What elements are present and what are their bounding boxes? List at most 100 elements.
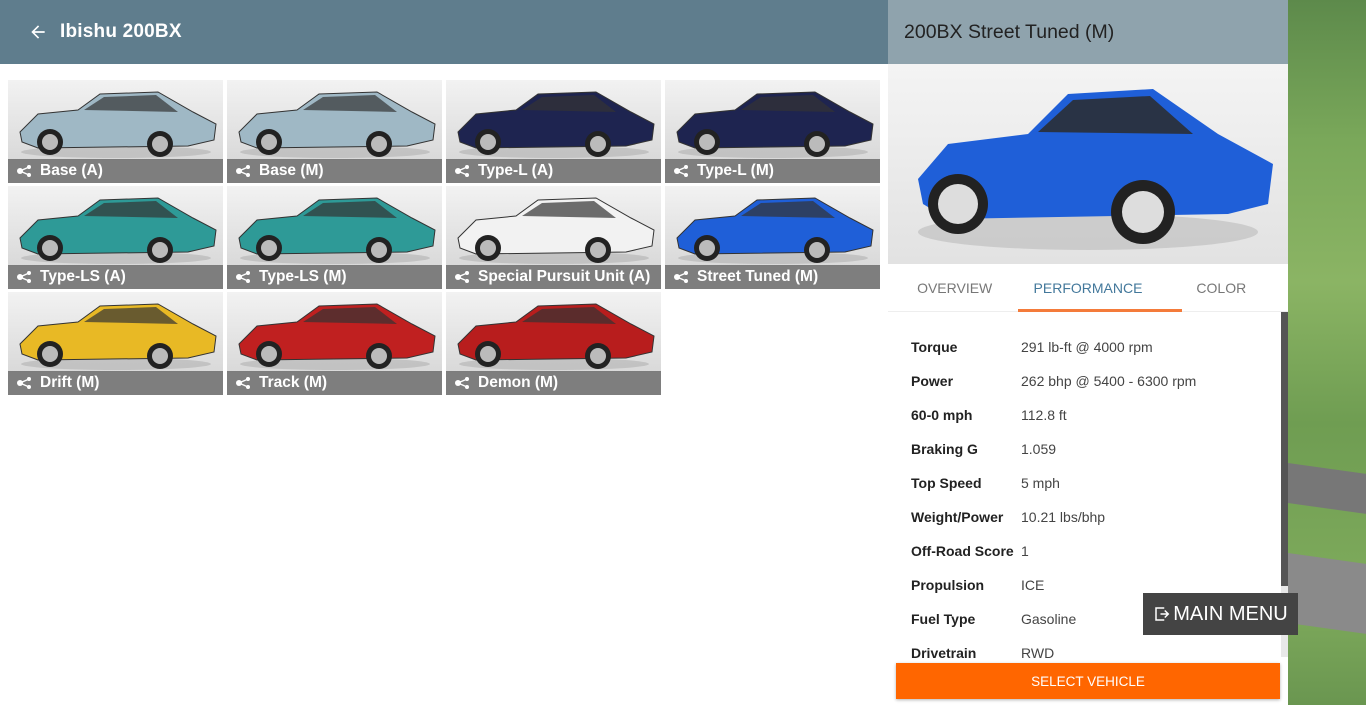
config-tile-label: Base (M) <box>259 162 324 179</box>
vehicle-preview-car <box>918 89 1273 250</box>
config-tile[interactable]: Type-LS (M) <box>227 186 442 289</box>
spec-row: Torque 291 lb-ft @ 4000 rpm <box>888 330 1288 364</box>
config-tile[interactable]: Type-LS (A) <box>8 186 223 289</box>
config-thumbnail <box>665 186 880 266</box>
config-share-icon <box>236 377 250 389</box>
spec-row: Braking G 1.059 <box>888 432 1288 466</box>
spec-key: Off-Road Score <box>911 543 1014 559</box>
config-list-panel: Ibishu 200BX Base (A) Base (M) Type-L (A) T… <box>0 0 888 705</box>
spec-value: 262 bhp @ 5400 - 6300 rpm <box>1021 373 1197 389</box>
config-tile-caption: Type-L (A) <box>446 159 661 183</box>
config-share-icon <box>17 377 31 389</box>
config-thumbnail <box>8 292 223 372</box>
spec-row: Weight/Power 10.21 lbs/bhp <box>888 500 1288 534</box>
spec-key: 60-0 mph <box>911 407 973 423</box>
spec-row: Drivetrain RWD <box>888 636 1288 660</box>
config-share-icon <box>455 165 469 177</box>
config-tile-caption: Street Tuned (M) <box>665 265 880 289</box>
scrollbar-thumb[interactable] <box>1281 312 1288 586</box>
config-thumbnail <box>446 292 661 372</box>
main-menu-button[interactable]: MAIN MENU <box>1143 593 1298 635</box>
config-tile[interactable]: Drift (M) <box>8 292 223 395</box>
track-road <box>1288 551 1366 639</box>
car-thumbnail <box>457 303 655 370</box>
config-tile-label: Special Pursuit Unit (A) <box>478 268 651 285</box>
config-share-icon <box>674 271 688 283</box>
config-thumbnail <box>227 80 442 160</box>
car-thumbnail <box>676 91 874 158</box>
spec-value: 291 lb-ft @ 4000 rpm <box>1021 339 1153 355</box>
config-tile[interactable]: Special Pursuit Unit (A) <box>446 186 661 289</box>
spec-key: Torque <box>911 339 958 355</box>
config-tile-caption: Track (M) <box>227 371 442 395</box>
track-road <box>1288 461 1366 519</box>
config-tile-label: Drift (M) <box>40 374 100 391</box>
config-tile-caption: Type-LS (A) <box>8 265 223 289</box>
config-share-icon <box>455 377 469 389</box>
config-tile-label: Track (M) <box>259 374 328 391</box>
spec-value: 1.059 <box>1021 441 1057 457</box>
config-share-icon <box>455 271 469 283</box>
config-tile-caption: Type-L (M) <box>665 159 880 183</box>
car-thumbnail <box>19 91 217 158</box>
config-tile-caption: Base (A) <box>8 159 223 183</box>
spec-value: 5 mph <box>1021 475 1060 491</box>
config-tile-caption: Base (M) <box>227 159 442 183</box>
vehicle-preview-image <box>888 64 1288 264</box>
config-tile-label: Street Tuned (M) <box>697 268 819 285</box>
config-tile-label: Type-L (M) <box>697 162 774 179</box>
config-tile-caption: Drift (M) <box>8 371 223 395</box>
detail-tabs: OVERVIEW PERFORMANCE COLOR <box>888 264 1288 312</box>
spec-key: Propulsion <box>911 577 985 593</box>
config-share-icon <box>236 165 250 177</box>
car-thumbnail <box>19 303 217 370</box>
config-share-icon <box>674 165 688 177</box>
config-tile[interactable]: Street Tuned (M) <box>665 186 880 289</box>
config-tile-label: Base (A) <box>40 162 103 179</box>
config-share-icon <box>236 271 250 283</box>
spec-key: Power <box>911 373 954 389</box>
config-thumbnail <box>227 186 442 266</box>
config-tile[interactable]: Base (M) <box>227 80 442 183</box>
spec-value: 1 <box>1021 543 1029 559</box>
config-tile-caption: Demon (M) <box>446 371 661 395</box>
config-tile-label: Demon (M) <box>478 374 559 391</box>
spec-value: Gasoline <box>1021 611 1077 627</box>
active-tab-indicator <box>1018 309 1182 312</box>
car-thumbnail <box>676 197 874 264</box>
top-bar: Ibishu 200BX <box>0 0 888 64</box>
config-tile[interactable]: Type-L (M) <box>665 80 880 183</box>
spec-value: 10.21 lbs/bhp <box>1021 509 1106 525</box>
spec-key: Fuel Type <box>911 611 976 627</box>
tab-overview[interactable]: OVERVIEW <box>888 264 1021 311</box>
config-thumbnail <box>8 80 223 160</box>
tab-performance[interactable]: PERFORMANCE <box>1021 264 1154 311</box>
config-tile[interactable]: Type-L (A) <box>446 80 661 183</box>
spec-value: ICE <box>1021 577 1045 593</box>
spec-value: RWD <box>1021 645 1055 660</box>
select-vehicle-button[interactable]: SELECT VEHICLE <box>896 663 1280 699</box>
main-menu-label: MAIN MENU <box>1173 602 1288 625</box>
config-tile-label: Type-L (A) <box>478 162 554 179</box>
config-tile-caption: Special Pursuit Unit (A) <box>446 265 661 289</box>
config-tile-label: Type-LS (A) <box>40 268 126 285</box>
config-tile-label: Type-LS (M) <box>259 268 347 285</box>
config-tile[interactable]: Demon (M) <box>446 292 661 395</box>
spec-value: 112.8 ft <box>1021 407 1067 423</box>
tab-color[interactable]: COLOR <box>1155 264 1288 311</box>
config-tile-caption: Type-LS (M) <box>227 265 442 289</box>
car-thumbnail <box>238 303 436 370</box>
config-thumbnail <box>227 292 442 372</box>
game-background <box>1288 0 1366 705</box>
car-thumbnail <box>238 91 436 158</box>
config-thumbnail <box>446 80 661 160</box>
spec-row: Off-Road Score 1 <box>888 534 1288 568</box>
back-arrow-icon[interactable] <box>28 22 48 42</box>
spec-key: Braking G <box>911 441 978 457</box>
spec-row: Top Speed 5 mph <box>888 466 1288 500</box>
config-share-icon <box>17 271 31 283</box>
config-tile[interactable]: Track (M) <box>227 292 442 395</box>
config-thumbnail <box>8 186 223 266</box>
config-thumbnail <box>665 80 880 160</box>
config-tile[interactable]: Base (A) <box>8 80 223 183</box>
